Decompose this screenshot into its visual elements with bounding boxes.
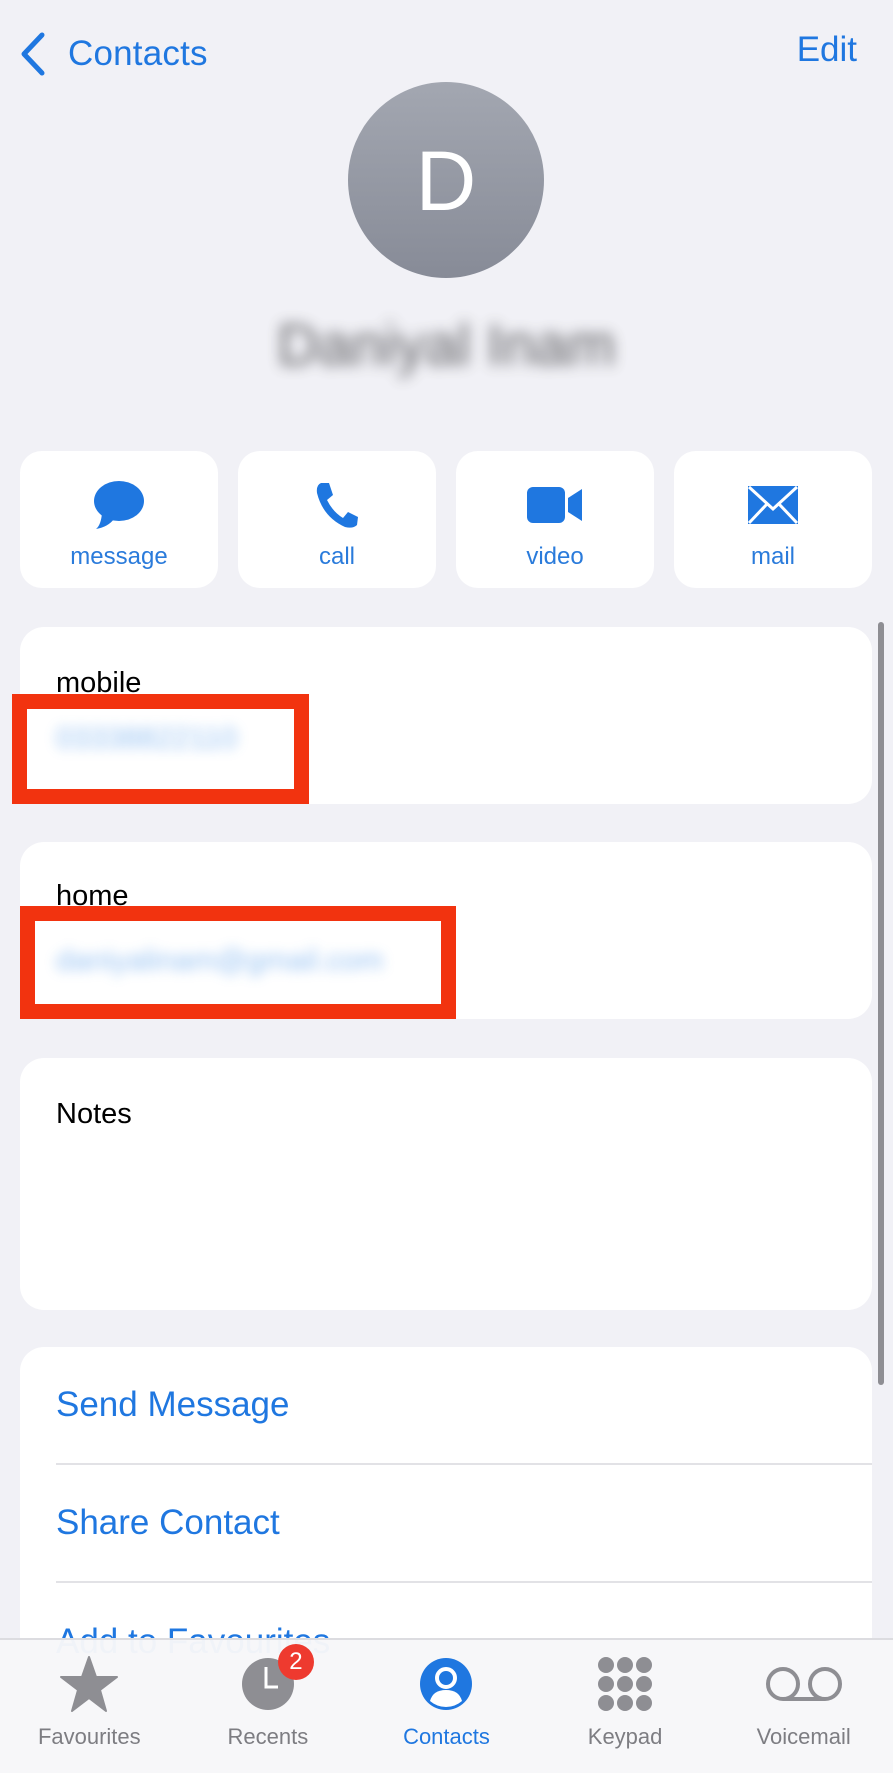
mobile-value[interactable]: 03338822110 xyxy=(56,722,237,756)
avatar: D xyxy=(348,82,544,278)
notes-label: Notes xyxy=(56,1098,132,1130)
star-icon xyxy=(57,1652,121,1716)
send-message-row[interactable]: Send Message xyxy=(56,1347,872,1465)
mobile-field-card: mobile 03338822110 xyxy=(20,627,872,804)
tab-favourites-label: Favourites xyxy=(37,1724,141,1749)
tab-contacts[interactable]: Contacts xyxy=(357,1640,536,1773)
back-button-label: Contacts xyxy=(68,34,208,73)
tab-keypad-label: Keypad xyxy=(587,1724,663,1749)
home-email-card: home daniyalinam@gmail.com xyxy=(20,842,872,1019)
tab-voicemail[interactable]: Voicemail xyxy=(714,1640,893,1773)
tab-recents-label: Recents xyxy=(227,1724,309,1749)
call-button[interactable]: call xyxy=(238,451,436,588)
clock-icon: 2 xyxy=(236,1644,314,1716)
mail-button[interactable]: mail xyxy=(674,451,872,588)
back-button[interactable]: Contacts xyxy=(18,28,208,80)
voicemail-icon xyxy=(764,1652,844,1716)
home-label: home xyxy=(56,880,129,912)
quick-actions: message call video mail xyxy=(20,451,872,588)
call-label: call xyxy=(318,543,355,570)
mobile-label: mobile xyxy=(56,667,142,699)
video-camera-icon xyxy=(525,477,585,533)
scrollbar[interactable] xyxy=(878,622,884,1385)
message-label: message xyxy=(70,543,168,570)
person-circle-icon xyxy=(414,1652,478,1716)
phone-icon xyxy=(307,477,367,533)
video-label: video xyxy=(526,543,584,570)
tab-keypad[interactable]: Keypad xyxy=(536,1640,715,1773)
mail-label: mail xyxy=(750,543,795,570)
message-button[interactable]: message xyxy=(20,451,218,588)
avatar-initial: D xyxy=(415,134,477,228)
home-email-value[interactable]: daniyalinam@gmail.com xyxy=(56,944,383,978)
video-button[interactable]: video xyxy=(456,451,654,588)
contact-detail-screen: Contacts Edit D Daniyal Inam message cal… xyxy=(0,0,893,1773)
recents-badge: 2 xyxy=(277,1644,314,1680)
contact-actions-card: Send Message Share Contact Add to Favour… xyxy=(20,1347,872,1687)
share-contact-label: Share Contact xyxy=(56,1503,280,1542)
notes-card[interactable]: Notes xyxy=(20,1058,872,1310)
tab-voicemail-label: Voicemail xyxy=(756,1724,851,1749)
edit-button[interactable]: Edit xyxy=(797,30,857,70)
share-contact-row[interactable]: Share Contact xyxy=(56,1465,872,1583)
envelope-icon xyxy=(743,477,803,533)
chevron-left-icon xyxy=(21,32,45,76)
send-message-label: Send Message xyxy=(56,1385,290,1424)
tab-bar: Favourites 2 Recents Contacts Keypad Voi… xyxy=(0,1638,893,1773)
contact-name: Daniyal Inam xyxy=(277,313,616,378)
keypad-icon xyxy=(593,1652,657,1716)
tab-contacts-label: Contacts xyxy=(403,1724,490,1749)
message-bubble-icon xyxy=(89,477,149,533)
tab-favourites[interactable]: Favourites xyxy=(0,1640,179,1773)
tab-recents[interactable]: 2 Recents xyxy=(179,1640,358,1773)
